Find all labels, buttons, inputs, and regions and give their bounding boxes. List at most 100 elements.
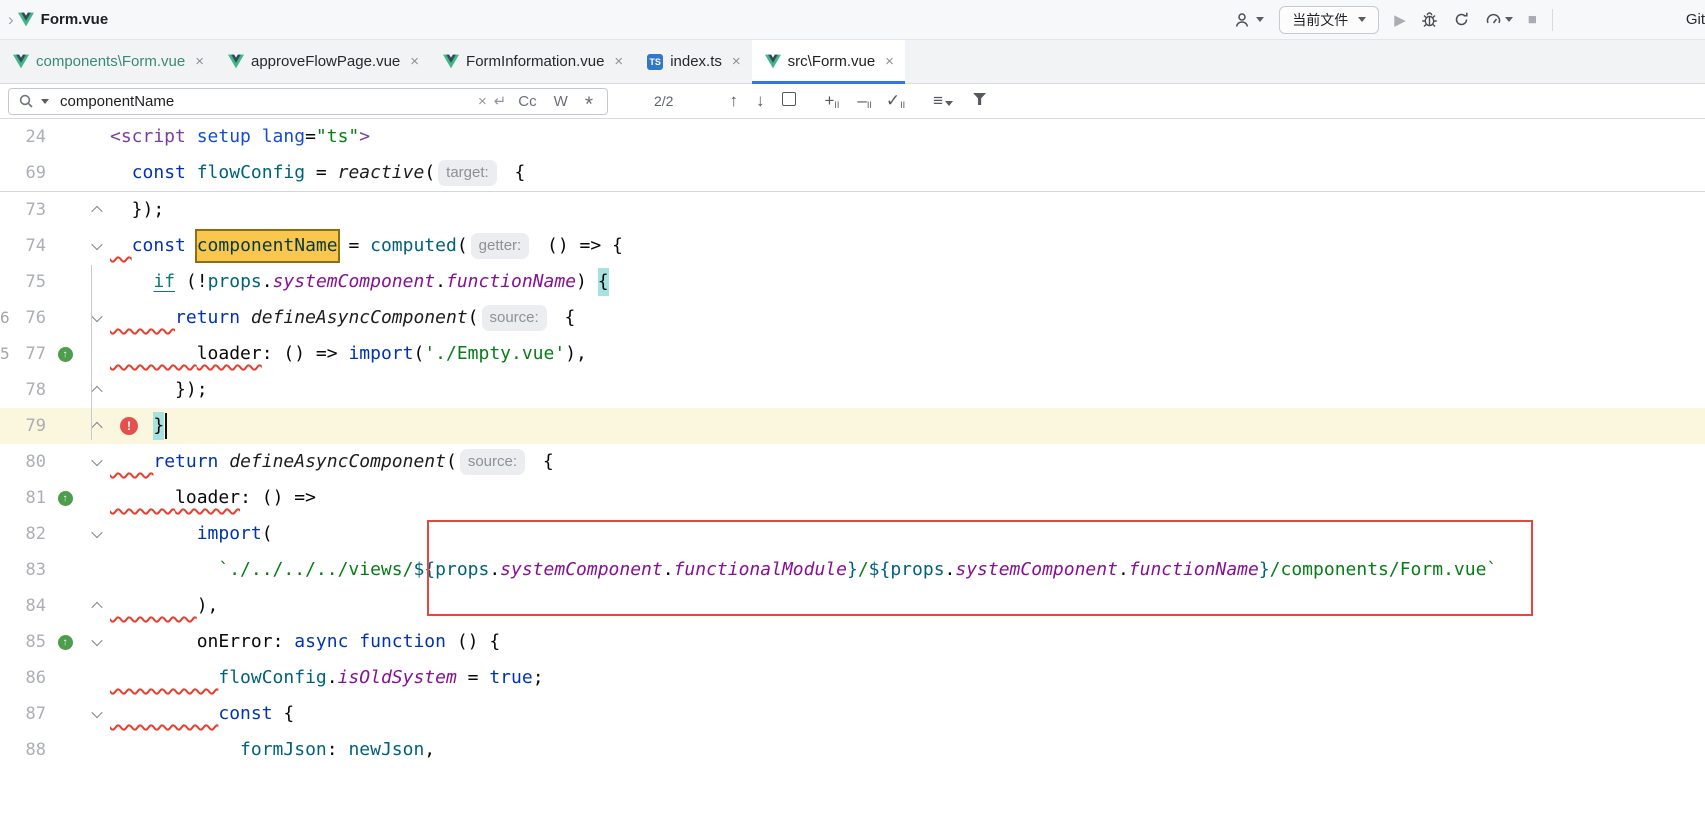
line-number[interactable]: 87 (0, 704, 46, 724)
search-history-chevron-icon[interactable] (41, 99, 49, 104)
inlay-parameter-hint: target: (438, 160, 497, 186)
code-line-79: ! 79 } (0, 408, 1705, 444)
close-icon[interactable]: × (614, 53, 623, 70)
selection-box-icon (782, 92, 796, 106)
line-number[interactable]: 82 (0, 524, 46, 544)
code-text[interactable]: const { (110, 696, 1705, 732)
rerun-button[interactable] (1453, 11, 1470, 28)
close-icon[interactable]: × (410, 53, 419, 70)
line-number[interactable]: 74 (0, 236, 46, 256)
select-all-occurrences-button[interactable]: ✓II (886, 91, 905, 111)
code-text[interactable]: } (110, 408, 1705, 444)
code-text[interactable]: const componentName = computed(getter: (… (110, 228, 1705, 264)
code-text[interactable]: }); (110, 372, 1705, 408)
code-text[interactable]: loader: () => import('./Empty.vue'), (110, 336, 1705, 372)
gutter-green-marker-icon[interactable]: ↑ (58, 347, 73, 362)
tab-components-form-vue[interactable]: components\Form.vue× (0, 40, 215, 83)
whole-words-toggle[interactable]: W (549, 93, 573, 110)
code-editor[interactable]: 24 <script setup lang="ts"> 69 const flowC… (0, 119, 1705, 820)
fold-toggle[interactable] (84, 242, 110, 250)
fold-toggle[interactable] (84, 602, 110, 610)
line-number[interactable]: 84 (0, 596, 46, 616)
gutter: 676 (0, 300, 110, 336)
git-menu[interactable]: Git (1686, 11, 1705, 28)
code-with-me-users-button[interactable] (1235, 12, 1264, 28)
search-query[interactable]: componentName (60, 93, 471, 110)
line-number[interactable]: 81 (0, 488, 46, 508)
tab-forminformation-vue[interactable]: FormInformation.vue× (430, 40, 634, 83)
match-case-toggle[interactable]: Cc (513, 93, 541, 110)
line-number[interactable]: 85 (0, 632, 46, 652)
gutter-green-marker-icon[interactable]: ↑ (58, 491, 73, 506)
bug-icon (1421, 11, 1438, 28)
code-text[interactable]: }); (110, 192, 1705, 228)
line-number[interactable]: 83 (0, 560, 46, 580)
fold-scope-guide (91, 265, 92, 440)
code-text[interactable]: formJson: newJson, (110, 732, 1705, 768)
code-text[interactable]: return defineAsyncComponent(source: { (110, 300, 1705, 336)
search-icon (18, 93, 34, 109)
line-number[interactable]: 69 (0, 163, 46, 183)
code-text[interactable]: <script setup lang="ts"> (110, 119, 1705, 155)
tab-src-form-vue[interactable]: src\Form.vue× (752, 40, 905, 83)
code-text[interactable]: `./../../../views/${props.systemComponen… (110, 552, 1705, 588)
toolbar-separator (1552, 9, 1553, 31)
tab-approveflowpage-vue[interactable]: approveFlowPage.vue× (215, 40, 430, 83)
search-in-selection-toggle[interactable] (782, 92, 796, 111)
profiler-button[interactable] (1485, 11, 1513, 28)
tab-index-ts[interactable]: TSindex.ts× (634, 40, 751, 83)
newline-icon[interactable]: ↵ (494, 92, 507, 110)
code-text[interactable]: flowConfig.isOldSystem = true; (110, 660, 1705, 696)
code-text[interactable]: return defineAsyncComponent(source: { (110, 444, 1705, 480)
code-text[interactable]: loader: () => (110, 480, 1705, 516)
next-match-button[interactable]: ↓ (756, 91, 765, 111)
vue-file-icon (443, 54, 459, 69)
stop-button[interactable]: ■ (1528, 11, 1537, 28)
close-icon[interactable]: × (885, 53, 894, 70)
remove-occurrence-button[interactable]: –II (857, 91, 871, 111)
line-number[interactable]: 73 (0, 200, 46, 220)
line-number[interactable]: 80 (0, 452, 46, 472)
line-number[interactable]: 78 (0, 380, 46, 400)
open-results-button[interactable]: ≡ (933, 91, 953, 111)
gutter: 82 (0, 516, 110, 552)
run-configuration-selector[interactable]: 当前文件 (1279, 6, 1379, 34)
chevron-down-icon (1358, 17, 1366, 22)
gutter-green-marker-icon[interactable]: ↑ (58, 635, 73, 650)
fold-open-icon (91, 707, 102, 718)
line-number[interactable]: 88 (0, 740, 46, 760)
clipped-digit: 6 (0, 300, 10, 336)
fold-toggle[interactable] (84, 530, 110, 538)
fold-toggle[interactable] (84, 206, 110, 214)
filter-button[interactable] (973, 92, 986, 110)
code-text[interactable]: onError: async function () { (110, 624, 1705, 660)
code-text[interactable]: import( (110, 516, 1705, 552)
debug-button[interactable] (1421, 11, 1438, 28)
breadcrumb-chevron-icon: › (4, 10, 18, 30)
line-number[interactable]: 24 (0, 127, 46, 147)
gutter-marker-area: ↑ (46, 491, 84, 506)
code-text[interactable]: const flowConfig = reactive(target: { (110, 155, 1705, 191)
code-text[interactable]: if (!props.systemComponent.functionName)… (110, 264, 1705, 300)
fold-toggle[interactable] (84, 422, 110, 430)
fold-toggle[interactable] (84, 710, 110, 718)
close-icon[interactable]: × (732, 53, 741, 70)
fold-toggle[interactable] (84, 314, 110, 322)
error-icon[interactable]: ! (120, 417, 138, 435)
fold-toggle[interactable] (84, 386, 110, 394)
gauge-icon (1485, 11, 1502, 28)
line-number[interactable]: 75 (0, 272, 46, 292)
code-text[interactable]: ), (110, 588, 1705, 624)
fold-end-icon (91, 422, 102, 433)
clear-search-icon[interactable]: × (478, 93, 487, 110)
fold-toggle[interactable] (84, 638, 110, 646)
line-number[interactable]: 79 (0, 416, 46, 436)
add-occurrence-button[interactable]: +II (824, 91, 839, 111)
line-number[interactable]: 86 (0, 668, 46, 688)
previous-match-button[interactable]: ↑ (729, 91, 738, 111)
regex-toggle[interactable]: * (580, 93, 598, 110)
fold-toggle[interactable] (84, 458, 110, 466)
search-input[interactable]: componentName × ↵ Cc W * (8, 88, 608, 115)
close-icon[interactable]: × (195, 53, 204, 70)
run-button[interactable]: ▶ (1394, 11, 1406, 29)
